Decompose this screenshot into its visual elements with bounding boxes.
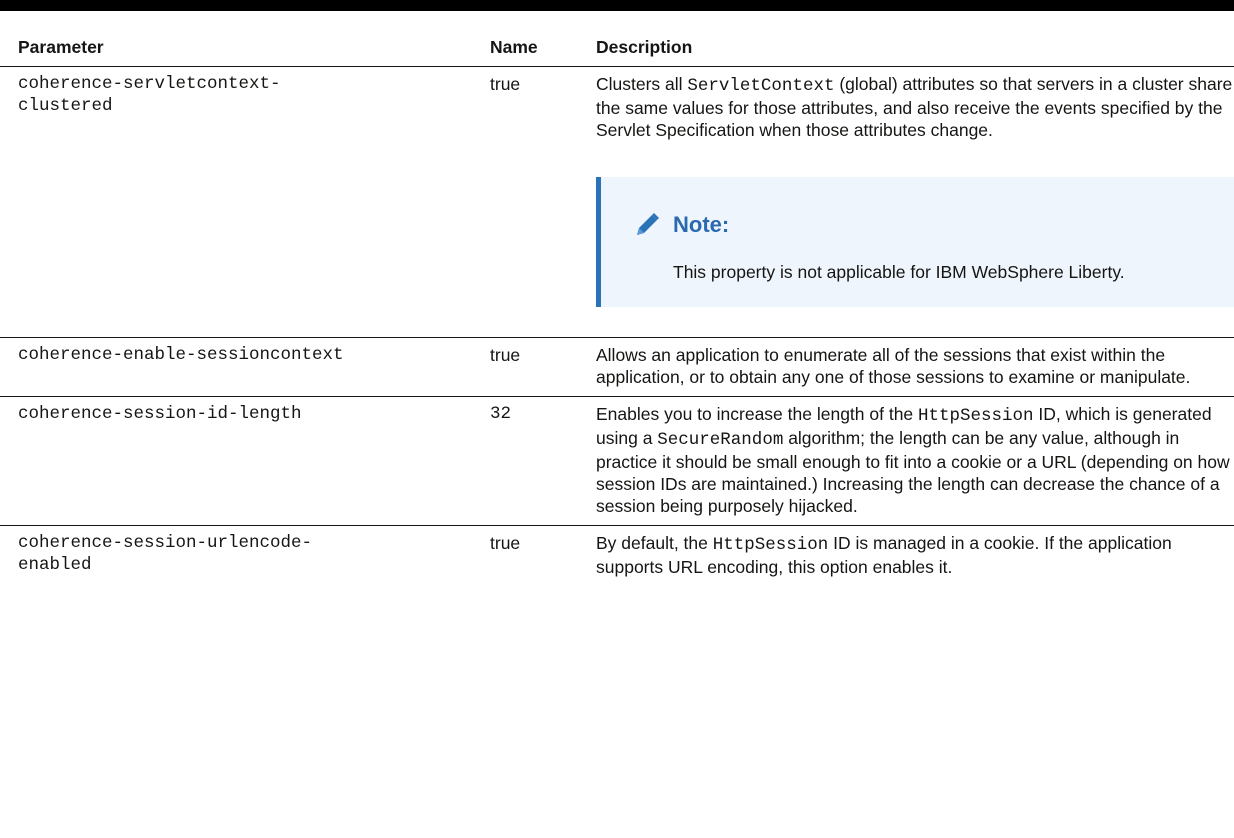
description-cell: Clusters all ServletContext (global) att… <box>594 67 1234 338</box>
note-body: This property is not applicable for IBM … <box>673 262 1125 282</box>
parameter-text: coherence-session-urlencode- <box>18 533 313 553</box>
code-servletcontext: ServletContext <box>687 76 835 96</box>
header-description: Description <box>596 37 693 57</box>
table-row: coherence-session-urlencode- enabled tru… <box>0 525 1234 587</box>
name-cell: true <box>490 533 521 553</box>
code-securerandom: SecureRandom <box>657 430 784 450</box>
desc-text: Clusters all <box>596 74 688 94</box>
description-cell: By default, the HttpSession ID is manage… <box>594 526 1234 587</box>
table-header-row: Parameter Name Description <box>0 30 1234 67</box>
parameter-cell: coherence-enable-sessioncontext <box>18 345 344 365</box>
parameter-text-cont: clustered <box>18 96 113 116</box>
table-row: coherence-session-id-length 32 Enables y… <box>0 396 1234 526</box>
desc-text: By default, the <box>596 533 713 553</box>
code-httpsession: HttpSession <box>918 406 1034 426</box>
parameter-cell: coherence-session-urlencode- enabled <box>0 526 472 587</box>
name-cell: true <box>490 345 521 365</box>
name-cell: true <box>490 74 521 94</box>
code-httpsession: HttpSession <box>712 535 829 555</box>
parameter-cell: coherence-session-id-length <box>18 404 302 424</box>
name-cell: 32 <box>490 404 512 424</box>
note-title: Note: <box>673 212 730 237</box>
header-name: Name <box>490 37 538 57</box>
pencil-icon <box>633 211 661 239</box>
note-box: Note: This property is not applicable fo… <box>596 177 1234 307</box>
header-parameter: Parameter <box>18 37 104 57</box>
parameter-cell: coherence-servletcontext- clustered <box>0 67 472 338</box>
parameter-text-cont: enabled <box>18 555 92 575</box>
desc-text: Enables you to increase the length of th… <box>596 404 919 424</box>
top-border <box>0 0 1234 11</box>
note-header: Note: <box>633 211 1214 239</box>
table-row: coherence-servletcontext- clustered true… <box>0 66 1234 338</box>
description-cell: Allows an application to enumerate all o… <box>596 345 1191 387</box>
parameter-text: coherence-servletcontext- <box>18 74 281 94</box>
table-row: coherence-enable-sessioncontext true All… <box>0 337 1234 397</box>
description-text: Clusters all ServletContext (global) att… <box>596 73 1234 141</box>
parameters-table: Parameter Name Description coherence-ser… <box>0 30 1234 586</box>
description-cell: Enables you to increase the length of th… <box>594 397 1234 526</box>
